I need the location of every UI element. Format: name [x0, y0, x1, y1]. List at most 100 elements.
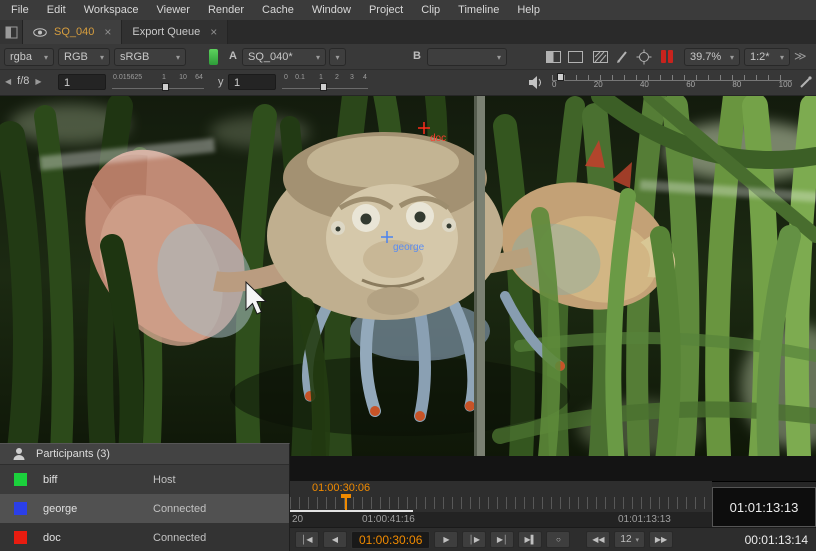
gain-wand-button[interactable]	[799, 76, 812, 92]
tick-label: 40	[640, 80, 649, 89]
participant-row[interactable]: biff Host	[0, 465, 289, 494]
goto-end-button[interactable]: ▶▌	[518, 531, 542, 548]
input-a-dropdown[interactable]: SQ_040* ▾	[242, 48, 326, 66]
channels-value: rgba	[10, 51, 32, 63]
tick-label: 60	[686, 80, 695, 89]
chevron-down-icon: ▾	[176, 53, 180, 62]
viewer-image: doc george	[0, 96, 816, 456]
gamma-slider-handle[interactable]	[320, 83, 327, 91]
loop-button[interactable]: ○	[546, 531, 570, 548]
viewer-canvas[interactable]: doc george	[0, 96, 816, 456]
annotation-pen-button[interactable]	[614, 49, 630, 65]
menu-viewer[interactable]: Viewer	[148, 2, 199, 18]
ruler-ticks	[290, 497, 712, 509]
person-icon	[12, 447, 26, 461]
close-icon[interactable]: ×	[104, 25, 111, 39]
mask-hatch-icon	[593, 51, 608, 63]
tab-sq040[interactable]: SQ_040 ×	[23, 20, 122, 44]
menu-window[interactable]: Window	[303, 2, 360, 18]
current-timecode[interactable]: 01:00:30:06	[351, 531, 430, 549]
gamma-input[interactable]: 1	[228, 74, 276, 90]
menu-edit[interactable]: Edit	[38, 2, 75, 18]
zoom-dropdown[interactable]: 39.7% ▾	[684, 48, 740, 66]
pane-menu-button[interactable]	[0, 20, 23, 44]
menu-clip[interactable]: Clip	[412, 2, 449, 18]
menu-render[interactable]: Render	[199, 2, 253, 18]
exposure-toolbar: ◀ f/8 ▶ 1 0.015625 1 10 64 y 1 0 0.1 1 2…	[0, 70, 816, 96]
display-channel-dropdown[interactable]: RGB ▾	[58, 48, 110, 66]
menu-help[interactable]: Help	[508, 2, 549, 18]
viewer-toolbar: rgba ▾ RGB ▾ sRGB ▾ A SQ_040* ▾ ▾ B ▾	[0, 44, 816, 70]
toolbar-overflow-button[interactable]: ≫	[794, 49, 807, 63]
connection-status-indicator	[209, 49, 218, 65]
gain-slider-handle[interactable]	[162, 83, 169, 91]
fstop-decrease-button[interactable]: ◀	[5, 77, 11, 86]
menu-cache[interactable]: Cache	[253, 2, 303, 18]
next-edit-button[interactable]: ▶│	[490, 531, 514, 548]
input-a-options-dropdown[interactable]: ▾	[329, 48, 346, 66]
play-button[interactable]: ▶	[434, 531, 458, 548]
colorspace-dropdown[interactable]: sRGB ▾	[114, 48, 186, 66]
volume-slider-handle[interactable]	[557, 73, 564, 81]
tick-label: 0.1	[295, 74, 305, 81]
frame-mode-button[interactable]	[567, 49, 583, 65]
input-b-dropdown[interactable]: ▾	[427, 48, 507, 66]
chevron-down-icon: ▾	[335, 53, 339, 62]
participant-color	[14, 502, 27, 515]
fstop-increase-button[interactable]: ▶	[35, 77, 41, 86]
ruler-labels: 20 01:00:41:16 01:01:13:13	[290, 512, 712, 527]
chevron-down-icon: ▾	[100, 53, 104, 62]
menu-timeline[interactable]: Timeline	[449, 2, 508, 18]
gamma-label: y	[218, 76, 224, 88]
input-a-value: SQ_040*	[248, 51, 293, 63]
participant-row[interactable]: doc Connected	[0, 523, 289, 551]
tick-label: 0	[552, 80, 556, 89]
channels-dropdown[interactable]: rgba ▾	[4, 48, 54, 66]
tab-export-queue[interactable]: Export Queue ×	[122, 20, 228, 44]
input-a-label: A	[229, 50, 237, 62]
participant-row[interactable]: george Connected	[0, 494, 289, 523]
gain-input[interactable]: 1	[58, 74, 106, 90]
menu-file[interactable]: File	[2, 2, 38, 18]
participant-name: biff	[43, 474, 153, 486]
render-status-indicator[interactable]	[661, 50, 673, 63]
roi-target-button[interactable]	[636, 49, 652, 65]
fast-forward-button[interactable]: ▶▶	[649, 531, 673, 548]
chevron-down-icon: ▾	[636, 536, 640, 544]
participant-name: george	[43, 503, 153, 515]
rewind-button[interactable]: ◀◀	[586, 531, 610, 548]
fstop-stepper: ◀ f/8 ▶	[5, 75, 42, 87]
ruler-start-label: 20	[292, 514, 303, 525]
wipe-icon	[546, 51, 561, 63]
menu-project[interactable]: Project	[360, 2, 412, 18]
red-bar-icon	[661, 50, 666, 63]
step-forward-button[interactable]: │▶	[462, 531, 486, 548]
gamma-slider[interactable]: 0 0.1 1 2 3 4	[282, 73, 368, 93]
close-icon[interactable]: ×	[210, 25, 217, 39]
mask-overlay-button[interactable]	[592, 49, 608, 65]
volume-slider[interactable]: 0 20 40 60 80 100	[552, 72, 792, 94]
wipe-mode-button[interactable]	[545, 49, 561, 65]
timeline-ruler[interactable]: 01:00:30:06	[290, 481, 712, 512]
tick-label: 0.015625	[113, 74, 142, 81]
gain-slider[interactable]: 0.015625 1 10 64	[112, 73, 204, 93]
tick-label: 64	[195, 74, 203, 81]
timeline-track[interactable]	[290, 456, 816, 482]
playhead-timecode: 01:00:30:06	[312, 482, 370, 494]
step-back-button[interactable]: ◀	[323, 531, 347, 548]
colorspace-value: sRGB	[120, 51, 149, 63]
tick-label: 20	[594, 80, 603, 89]
prev-edit-button[interactable]: │◀	[295, 531, 319, 548]
fps-dropdown[interactable]: 12 ▾	[614, 531, 645, 548]
tick-label: 10	[179, 74, 187, 81]
tick-label: 1	[162, 74, 166, 81]
proxy-dropdown[interactable]: 1:2* ▾	[744, 48, 790, 66]
wand-icon	[799, 76, 812, 89]
pen-icon	[615, 50, 629, 64]
mute-button[interactable]	[528, 75, 543, 93]
menu-workspace[interactable]: Workspace	[75, 2, 148, 18]
chevron-down-icon: ▾	[44, 53, 48, 62]
out-timecode-display: 01:01:13:13	[712, 487, 816, 527]
application-window: File Edit Workspace Viewer Render Cache …	[0, 0, 816, 551]
participants-header: Participants (3)	[0, 444, 289, 465]
